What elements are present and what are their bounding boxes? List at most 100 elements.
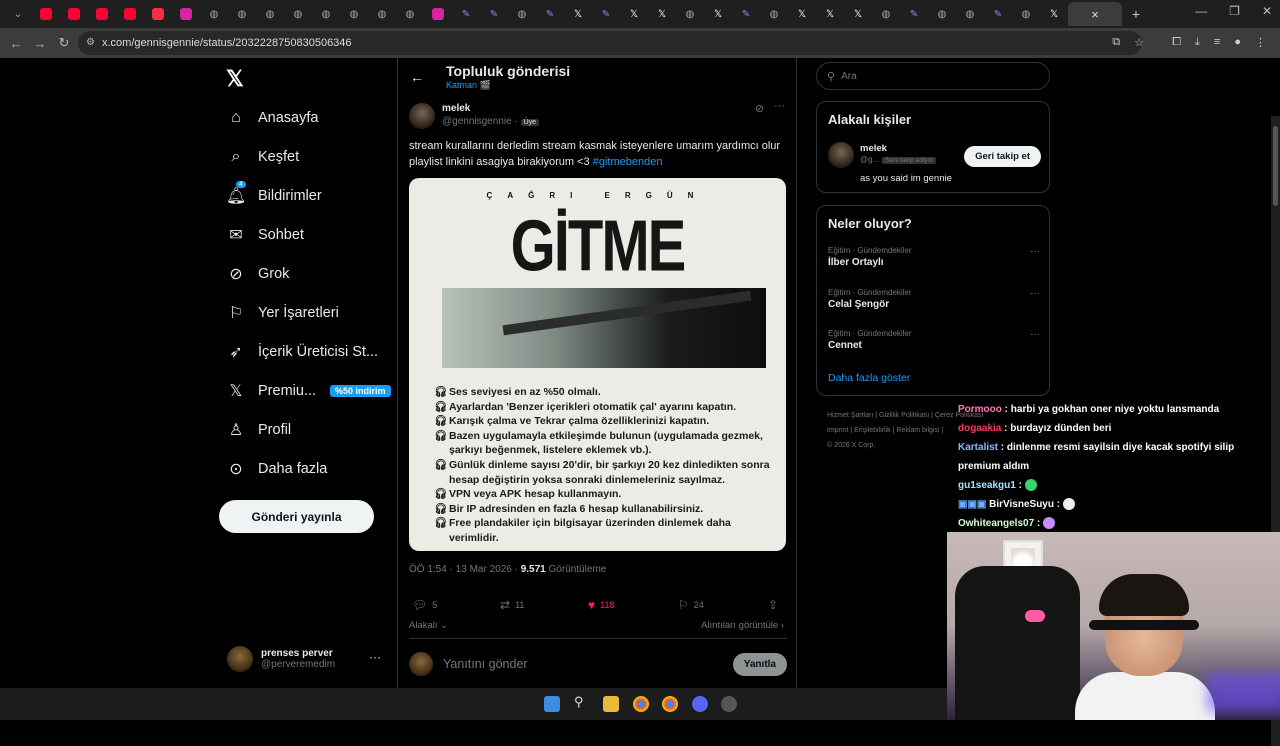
tab-globe-7[interactable]: ◍ (368, 2, 396, 26)
more-icon[interactable]: ··· (369, 650, 381, 664)
app-icon[interactable] (721, 696, 737, 712)
tab-youtube-1[interactable] (32, 2, 60, 26)
more-icon[interactable]: ··· (1030, 288, 1040, 299)
tab-x-5[interactable]: 𝕏 (788, 2, 816, 26)
sidebar-item-profile[interactable]: ♙ Profil (222, 410, 391, 449)
reading-list-icon[interactable]: ≡ (1214, 36, 1220, 49)
tab-x-1[interactable]: 𝕏 (564, 2, 592, 26)
related-user-name[interactable]: melek (860, 143, 887, 154)
address-bar[interactable]: ⚙ x.com/gennisgennie/status/203222875083… (78, 31, 1142, 55)
tab-x-7[interactable]: 𝕏 (844, 2, 872, 26)
tab-feather-5[interactable]: ✎ (732, 2, 760, 26)
reply-submit-button[interactable]: Yanıtla (732, 653, 787, 676)
tab-music[interactable] (144, 2, 172, 26)
sidebar-item-bookmarks[interactable]: ⚐ Yer İşaretleri (222, 293, 391, 332)
tab-globe-4[interactable]: ◍ (284, 2, 312, 26)
tab-globe-12[interactable]: ◍ (872, 2, 900, 26)
tab-feather-1[interactable]: ✎ (452, 2, 480, 26)
tab-globe-3[interactable]: ◍ (256, 2, 284, 26)
author-name[interactable]: melek (442, 102, 539, 115)
tab-globe-15[interactable]: ◍ (1012, 2, 1040, 26)
post-image[interactable]: ÇAĞRI ERGÜN GİTME BENDEN 🎧︎Ses seviyesi … (409, 178, 786, 551)
related-dropdown[interactable]: Alakalı ⌄ (409, 620, 448, 631)
sidebar-item-home[interactable]: ⌂ Anasayfa (222, 98, 391, 137)
tab-globe-8[interactable]: ◍ (396, 2, 424, 26)
site-info-icon[interactable]: ⚙ (86, 37, 95, 48)
more-icon[interactable]: ··· (774, 100, 785, 112)
chrome-icon[interactable] (662, 696, 678, 712)
tab-globe-14[interactable]: ◍ (956, 2, 984, 26)
profile-icon[interactable]: ● (1234, 36, 1241, 49)
back-icon[interactable]: ← (4, 36, 28, 51)
menu-icon[interactable]: ⋮ (1255, 36, 1266, 49)
tab-globe-5[interactable]: ◍ (312, 2, 340, 26)
install-app-icon[interactable]: ⧉ (1112, 36, 1120, 49)
tab-instagram-1[interactable] (172, 2, 200, 26)
tab-feather-6[interactable]: ✎ (900, 2, 928, 26)
post-timestamp[interactable]: ÖÖ 1:54 · 13 Mar 2026 · (409, 564, 521, 575)
sidebar-item-premium[interactable]: 𝕏 Premiu... %50 indirim (222, 371, 391, 410)
tab-globe-6[interactable]: ◍ (340, 2, 368, 26)
sidebar-item-explore[interactable]: ⌕ Keşfet (222, 137, 391, 176)
sidebar-item-more[interactable]: ⊙ Daha fazla (222, 449, 391, 488)
close-tab-icon[interactable]: × (1091, 7, 1099, 22)
like-button[interactable]: ♥ 118 (588, 598, 614, 612)
view-quotes-link[interactable]: Alıntıları görüntüle › (701, 620, 784, 631)
bookmark-star-icon[interactable]: ☆ (1134, 36, 1144, 49)
tab-globe-13[interactable]: ◍ (928, 2, 956, 26)
post-button[interactable]: Gönderi yayınla (219, 500, 374, 533)
tab-globe-9[interactable]: ◍ (508, 2, 536, 26)
chrome-icon[interactable] (633, 696, 649, 712)
post-author[interactable]: melek @gennisgennie · Üye (409, 102, 540, 129)
hashtag-link[interactable]: #gitmebenden (593, 156, 663, 168)
tab-instagram-2[interactable] (424, 2, 452, 26)
tab-x-4[interactable]: 𝕏 (704, 2, 732, 26)
tab-active[interactable]: × (1068, 2, 1122, 26)
tab-x-8[interactable]: 𝕏 (1040, 2, 1068, 26)
x-logo-icon[interactable]: 𝕏 (226, 66, 244, 92)
sidebar-item-creator-studio[interactable]: ➶ İçerik Üreticisi St... (222, 332, 391, 371)
scrollbar-thumb[interactable] (1273, 126, 1278, 206)
more-icon[interactable]: ··· (1030, 246, 1040, 257)
close-window-icon[interactable]: ✕ (1262, 4, 1272, 18)
account-switcher[interactable]: prenses perver @perveremedim ··· (227, 644, 387, 674)
tab-feather-2[interactable]: ✎ (480, 2, 508, 26)
tab-feather-4[interactable]: ✎ (592, 2, 620, 26)
tab-globe-10[interactable]: ◍ (676, 2, 704, 26)
search-input[interactable]: ⚲ Ara (816, 62, 1050, 90)
reload-icon[interactable]: ↻ (52, 35, 76, 51)
share-button[interactable]: ⇪ (768, 598, 778, 612)
avatar[interactable] (409, 102, 435, 129)
forward-icon[interactable]: → (28, 36, 52, 51)
search-icon[interactable]: ⚲ (574, 694, 590, 710)
sidebar-item-grok[interactable]: ⊘ Grok (222, 254, 391, 293)
grok-explain-icon[interactable]: ⊘ (755, 102, 764, 115)
tab-x-2[interactable]: 𝕏 (620, 2, 648, 26)
trend-item[interactable]: Eğitim · Gündemdekiler Celal Şengör ··· (828, 288, 1040, 310)
show-more-link[interactable]: Daha fazla göster (828, 372, 910, 384)
author-handle[interactable]: @gennisgennie (442, 116, 512, 127)
avatar[interactable] (828, 142, 854, 168)
follow-back-button[interactable]: Geri takip et (964, 146, 1041, 167)
tab-globe-2[interactable]: ◍ (228, 2, 256, 26)
discord-icon[interactable] (692, 696, 708, 712)
tab-search-icon[interactable]: ⌄ (4, 2, 32, 26)
tab-globe-11[interactable]: ◍ (760, 2, 788, 26)
download-icon[interactable]: ⤓ (1195, 36, 1200, 49)
back-arrow-icon[interactable]: ← (410, 69, 424, 85)
minimize-icon[interactable]: — (1195, 4, 1207, 18)
tab-globe-1[interactable]: ◍ (200, 2, 228, 26)
tab-feather-3[interactable]: ✎ (536, 2, 564, 26)
tab-youtube-4[interactable] (116, 2, 144, 26)
tab-x-3[interactable]: 𝕏 (648, 2, 676, 26)
community-link[interactable]: Katman 🎬 (446, 80, 491, 91)
sidebar-item-notifications[interactable]: 🔔︎ 4 Bildirimler (222, 176, 391, 215)
reply-input[interactable]: Yanıtını gönder (443, 657, 528, 671)
maximize-icon[interactable]: ❐ (1229, 4, 1240, 18)
sidebar-item-messages[interactable]: ✉ Sohbet (222, 215, 391, 254)
new-tab-button[interactable]: + (1122, 2, 1150, 26)
bookmark-button[interactable]: ⚐ 24 (678, 598, 704, 612)
start-icon[interactable] (544, 696, 560, 712)
tab-youtube-2[interactable] (60, 2, 88, 26)
extensions-icon[interactable]: ⧠ (1172, 36, 1181, 49)
